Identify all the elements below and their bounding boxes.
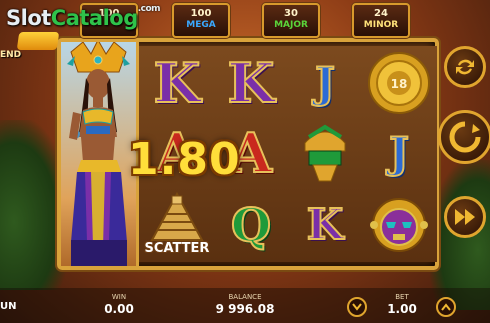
game-logo-text: END bbox=[0, 50, 22, 60]
bet-stat: BET 1.00 bbox=[384, 293, 420, 316]
spin-icon bbox=[449, 121, 481, 153]
jackpot-mega: 100 MEGA bbox=[172, 3, 230, 38]
reel-symbol-scatter: SCATTER bbox=[141, 190, 213, 260]
turbo-button[interactable] bbox=[444, 196, 486, 238]
bet-increase-button[interactable] bbox=[436, 297, 456, 317]
win-value: 0.00 bbox=[104, 302, 134, 316]
jackpot-minor-label: MINOR bbox=[363, 20, 399, 30]
watermark-part1: Slot bbox=[6, 6, 51, 30]
symbol-letter-j: J bbox=[388, 128, 410, 177]
chevron-down-icon bbox=[352, 303, 362, 311]
symbol-letter-q: Q bbox=[230, 198, 272, 252]
reel-symbol-mask bbox=[363, 190, 435, 260]
bet-value: 1.00 bbox=[387, 302, 417, 316]
game-name-fragment: UN bbox=[0, 300, 17, 314]
reel-symbol-j: J bbox=[289, 48, 361, 118]
jackpot-major-label: MAJOR bbox=[274, 20, 308, 30]
symbol-letter-j: J bbox=[314, 58, 336, 107]
reels-frame: K K J 18 A A J SCATTER Q K bbox=[57, 38, 439, 270]
jackpot-mega-label: MEGA bbox=[186, 20, 216, 30]
jackpot-major-value: 30 bbox=[284, 8, 298, 19]
symbol-letter-k: K bbox=[227, 51, 276, 115]
fast-forward-icon bbox=[455, 209, 475, 225]
reel-symbol-idol bbox=[289, 118, 361, 188]
coin-value: 18 bbox=[391, 77, 408, 91]
balance-label: BALANCE bbox=[228, 293, 262, 301]
jackpot-mega-value: 100 bbox=[190, 8, 212, 19]
game-logo: END bbox=[0, 28, 60, 66]
slotcatalog-watermark: SlotCatalog.com bbox=[6, 4, 161, 30]
spin-button[interactable] bbox=[438, 110, 490, 164]
game-name-fragment-text: UN bbox=[0, 301, 17, 312]
jackpot-minor: 24 MINOR bbox=[352, 3, 410, 38]
watermark-part2: Catalog bbox=[50, 6, 138, 30]
reel-symbol-k: K bbox=[141, 48, 213, 118]
win-stat: WIN 0.00 bbox=[102, 293, 136, 316]
win-amount-display: 1.80 bbox=[128, 134, 241, 185]
reel-symbol-k: K bbox=[289, 190, 361, 260]
bet-decrease-button[interactable] bbox=[347, 297, 367, 317]
jade-idol-icon bbox=[304, 124, 346, 182]
symbol-letter-k: K bbox=[306, 200, 344, 249]
scatter-label: SCATTER bbox=[144, 241, 210, 256]
watermark-part3: .com bbox=[137, 4, 161, 14]
autoplay-icon bbox=[456, 59, 474, 75]
bet-label: BET bbox=[395, 293, 409, 301]
tribal-mask-icon bbox=[370, 198, 428, 252]
win-label: WIN bbox=[111, 293, 127, 301]
chevron-up-icon bbox=[441, 303, 451, 311]
priestess-illustration bbox=[67, 42, 130, 266]
gold-coin-icon: 18 bbox=[368, 52, 430, 114]
reel-symbol-q: Q bbox=[215, 190, 287, 260]
autoplay-button[interactable] bbox=[444, 46, 486, 88]
jackpot-major: 30 MAJOR bbox=[262, 3, 320, 38]
balance-value: 9 996.08 bbox=[215, 302, 275, 316]
balance-stat: BALANCE 9 996.08 bbox=[214, 293, 276, 316]
pyramid-scatter-icon bbox=[150, 192, 204, 241]
jackpot-minor-value: 24 bbox=[374, 8, 388, 19]
reel-symbol-coin: 18 bbox=[363, 48, 435, 118]
reel-symbol-j: J bbox=[363, 118, 435, 188]
game-logo-emblem bbox=[16, 32, 60, 50]
bottom-bar: UN WIN 0.00 BALANCE 9 996.08 BET 1.00 bbox=[0, 288, 490, 323]
reel-symbol-k: K bbox=[215, 48, 287, 118]
symbol-letter-k: K bbox=[153, 51, 202, 115]
